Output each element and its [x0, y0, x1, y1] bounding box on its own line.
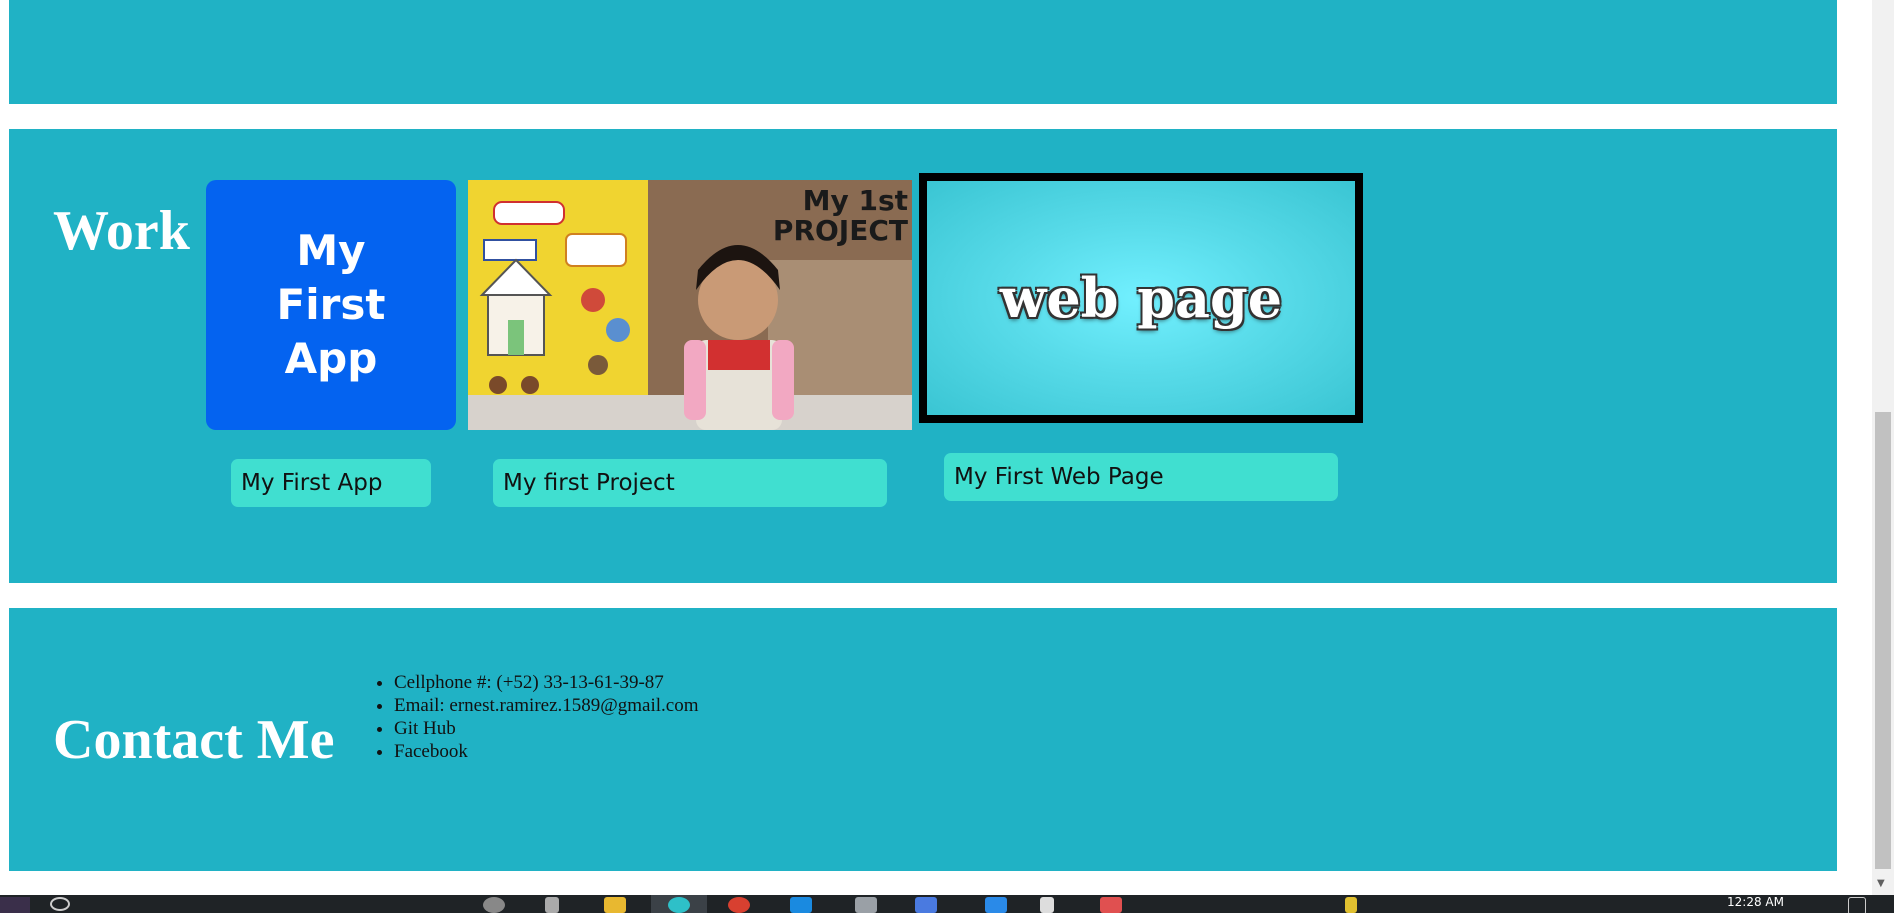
app-thumb-line: First	[276, 280, 386, 329]
my-first-app-thumbnail: My First App	[206, 180, 456, 430]
vscode-icon[interactable]	[985, 897, 1007, 913]
contact-heading: Contact Me	[53, 709, 335, 771]
taskbar-app-icon[interactable]	[915, 897, 937, 913]
project-thumbnail-caption: My 1st PROJECT	[773, 186, 908, 246]
project-caption-line: My 1st	[802, 184, 908, 217]
top-section	[9, 0, 1837, 104]
project-caption-line: PROJECT	[772, 214, 908, 247]
my-first-project-photo: My 1st PROJECT	[468, 180, 912, 430]
chrome-icon[interactable]	[728, 897, 750, 913]
scrollbar-thumb[interactable]	[1875, 412, 1891, 869]
my-first-project-button[interactable]: My first Project	[493, 459, 887, 507]
web-page-thumb-text: web page	[999, 266, 1283, 330]
contact-list: Cellphone #: (+52) 33-13-61-39-87 Email:…	[366, 671, 699, 763]
my-first-web-page-thumbnail: web page	[919, 173, 1363, 423]
taskview-icon[interactable]	[483, 897, 505, 913]
notification-icon[interactable]	[1848, 897, 1866, 913]
app-thumb-line: My	[296, 226, 366, 275]
work-heading: Work	[53, 200, 190, 262]
work-section: Work My First App My 1st PROJECT web pag…	[9, 129, 1837, 583]
scroll-down-arrow-icon[interactable]: ▼	[1877, 878, 1885, 889]
contact-github[interactable]: Git Hub	[394, 717, 699, 740]
windows-taskbar: 12:28 AM	[0, 895, 1894, 913]
search-icon[interactable]	[50, 897, 70, 911]
taskbar-app-icon[interactable]	[790, 897, 812, 913]
contact-facebook[interactable]: Facebook	[394, 740, 699, 763]
my-first-app-button[interactable]: My First App	[231, 459, 431, 507]
app-thumb-line: App	[284, 334, 378, 383]
contact-section: Contact Me Cellphone #: (+52) 33-13-61-3…	[9, 608, 1837, 871]
my-first-web-page-button[interactable]: My First Web Page	[944, 453, 1338, 501]
taskbar-app-icon[interactable]	[1040, 897, 1054, 913]
start-button-icon[interactable]	[0, 897, 30, 913]
tray-icon[interactable]	[1345, 897, 1357, 913]
vertical-scrollbar[interactable]: ▼	[1872, 0, 1894, 913]
taskbar-app-icon[interactable]	[855, 897, 877, 913]
taskbar-app-icon[interactable]	[1100, 897, 1122, 913]
contact-phone: Cellphone #: (+52) 33-13-61-39-87	[394, 671, 699, 694]
taskbar-clock[interactable]: 12:28 AM	[1727, 895, 1784, 909]
browser-edge-icon[interactable]	[668, 897, 690, 913]
folder-icon[interactable]	[604, 897, 626, 913]
contact-email: Email: ernest.ramirez.1589@gmail.com	[394, 694, 699, 717]
taskbar-app-icon[interactable]	[545, 897, 559, 913]
